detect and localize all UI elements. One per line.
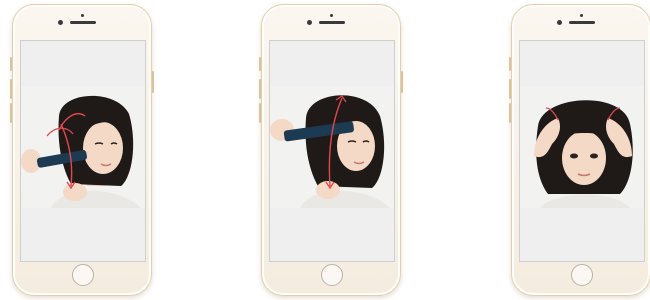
volume-up-button: [10, 79, 12, 99]
front-camera-icon: [557, 20, 562, 25]
volume-down-button: [10, 103, 12, 123]
speaker-grille: [70, 21, 96, 24]
mute-switch: [10, 57, 12, 71]
woman-straightening-hair-image: [21, 86, 145, 208]
front-camera-icon: [307, 20, 312, 25]
sensor-icon: [330, 14, 333, 17]
volume-down-button: [259, 103, 261, 123]
hair-photo-3-icon: [520, 86, 644, 208]
sensor-icon: [580, 14, 583, 17]
home-button[interactable]: [72, 264, 94, 286]
phone-mockup-2: [259, 4, 403, 296]
home-button[interactable]: [571, 264, 593, 286]
phone-mockup-3: [509, 4, 650, 296]
speaker-grille: [319, 21, 345, 24]
hair-photo-1-icon: [21, 86, 145, 208]
volume-up-button: [509, 79, 511, 99]
power-button: [401, 71, 403, 93]
phone-screen-2: [269, 40, 395, 262]
sensor-icon: [81, 14, 84, 17]
phone-mockup-1: [10, 4, 154, 296]
woman-fluffing-hair-image: [520, 86, 644, 208]
hair-photo-2-icon: [270, 86, 394, 208]
woman-flat-iron-image: [270, 86, 394, 208]
home-button[interactable]: [321, 264, 343, 286]
phone-screen-3: [519, 40, 645, 262]
power-button: [152, 71, 154, 93]
volume-down-button: [509, 103, 511, 123]
volume-up-button: [259, 79, 261, 99]
speaker-grille: [569, 21, 595, 24]
phone-screen-1: [20, 40, 146, 262]
mute-switch: [259, 57, 261, 71]
mute-switch: [509, 57, 511, 71]
front-camera-icon: [58, 20, 63, 25]
